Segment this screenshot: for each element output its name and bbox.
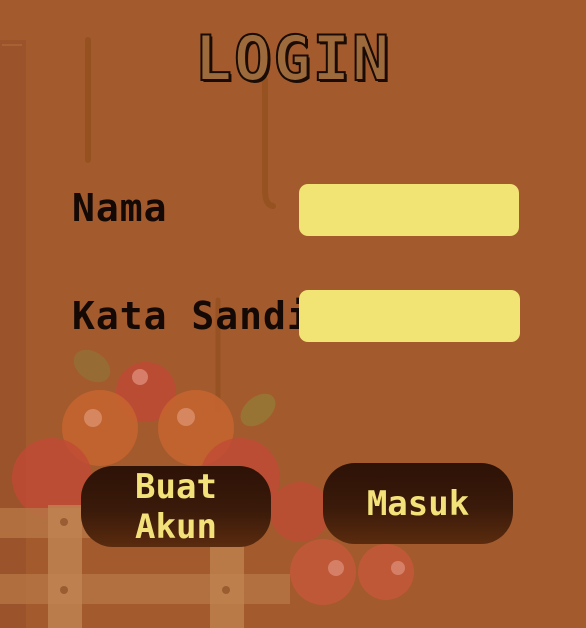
password-input[interactable] <box>299 290 520 342</box>
fruit <box>270 482 330 542</box>
fruit-highlight <box>391 561 405 575</box>
wooden-post <box>0 40 26 628</box>
crate-nail <box>222 586 230 594</box>
crate-nail <box>60 586 68 594</box>
leaf <box>240 393 276 427</box>
hanging-vine <box>262 77 276 209</box>
fruit <box>290 539 356 605</box>
crate-plank <box>0 574 290 604</box>
create-account-button[interactable]: Buat Akun <box>81 466 271 547</box>
fruit-highlight <box>328 560 344 576</box>
crate-nail <box>60 518 68 526</box>
fruit-highlight <box>177 408 195 426</box>
crate-post <box>210 540 244 628</box>
fruit <box>358 544 414 600</box>
fruit-highlight <box>84 409 102 427</box>
leaf <box>73 349 111 383</box>
name-input[interactable] <box>299 184 519 236</box>
name-label: Nama <box>72 186 168 230</box>
password-label: Kata Sandi <box>72 294 311 338</box>
fruit-highlight <box>132 369 148 385</box>
login-button[interactable]: Masuk <box>323 463 513 544</box>
page-title: LOGIN <box>194 21 392 96</box>
